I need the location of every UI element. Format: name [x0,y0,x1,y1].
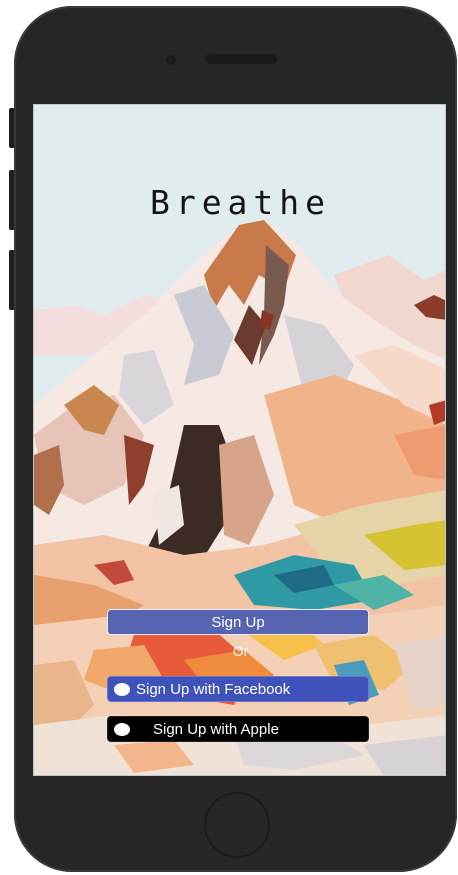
sign-up-button[interactable]: Sign Up [107,609,369,635]
sign-up-facebook-button[interactable]: Sign Up with Facebook [107,676,369,702]
sign-up-apple-button[interactable]: Sign Up with Apple [107,716,369,742]
apple-circle-icon [114,723,130,736]
or-divider-text: Or [232,643,249,659]
app-title: Breathe [149,183,332,222]
home-button[interactable] [204,792,270,858]
sign-up-apple-label: Sign Up with Apple [153,721,279,738]
sign-up-facebook-label: Sign Up with Facebook [136,681,291,698]
facebook-circle-icon [114,683,130,696]
device-mockup: Breathe Sign Up Or Sign Up with Facebook… [0,0,458,875]
app-screen: Breathe Sign Up Or Sign Up with Facebook… [33,104,446,776]
earpiece-speaker [205,54,277,64]
front-camera [166,55,176,65]
